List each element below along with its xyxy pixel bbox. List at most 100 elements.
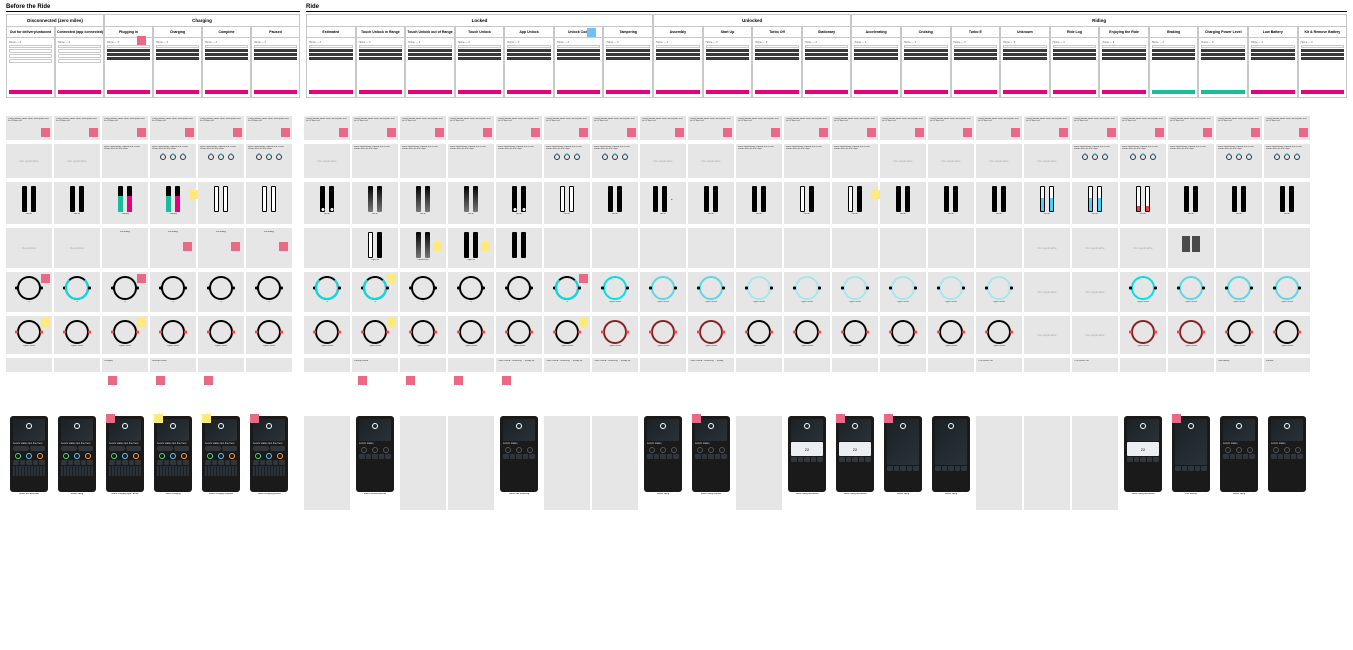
state-cell — [640, 358, 686, 372]
section-before-title: Before the Ride — [6, 4, 300, 12]
phone-mock: Lorem status Status riding variants — [692, 416, 730, 495]
state-cell: Lights on/off — [832, 316, 878, 354]
state-cell: Minor explanatory caption line of text s… — [102, 144, 148, 178]
state-cell: All off — [832, 182, 878, 224]
state-cell: Lights on/off — [198, 316, 244, 354]
state-cell: All off — [1216, 182, 1262, 224]
wireframe-card: Home — 3 — [752, 38, 802, 98]
state-cell: Lights on/off — [736, 316, 782, 354]
state-cell: Lights on/off — [1264, 272, 1310, 312]
wireframe-card: Home — 3 — [703, 38, 753, 98]
state-cell: Minor explanatory caption line of text s… — [736, 144, 782, 178]
state-cell: Lorem details about state, description t… — [496, 116, 542, 140]
wireframe-card: Home — 3 — [504, 38, 554, 98]
state-cell: Lorem details about state, description t… — [544, 116, 590, 140]
phone-cell: Lorem status text line here Status disco… — [6, 416, 52, 510]
state-label: Out for delivery/unboxed — [6, 26, 55, 38]
state-cell: Lights on/off — [496, 316, 542, 354]
state-cell — [496, 376, 542, 390]
state-cell: Lights on/off — [640, 316, 686, 354]
state-cell: Minor explanatory caption line of text s… — [544, 144, 590, 178]
state-cell: Light off — [448, 228, 494, 268]
state-cell: Lorem details about state, description t… — [928, 116, 974, 140]
phone-mock: Lorem status text line here Status charg… — [106, 416, 144, 495]
state-cell: Lorem details about state, description t… — [448, 116, 494, 140]
wireframe-card: Home — 3 — [1099, 38, 1149, 98]
phone-cell: Lorem status text line here Status charg… — [246, 416, 292, 510]
wireframe-card: Home — 3 — [1298, 38, 1348, 98]
state-cell: Lights on/off — [1216, 316, 1262, 354]
state-cell: Lorem details about state, description t… — [784, 116, 830, 140]
state-cell — [1168, 228, 1214, 268]
group-locked: Locked — [306, 14, 653, 26]
state-cell: ▸All off — [640, 182, 686, 224]
state-cell: Lorem details about state, description t… — [6, 116, 52, 140]
state-cell: Lorem details about state, description t… — [198, 116, 244, 140]
state-cell — [150, 376, 196, 390]
section-ride-title: Ride — [306, 4, 1347, 12]
state-cell: Off — [54, 272, 100, 312]
state-cell: All off — [304, 182, 350, 224]
wireframe-card: Home — 3 — [802, 38, 852, 98]
state-cell: Off — [448, 272, 494, 312]
state-cell: Lorem details about state, description t… — [352, 116, 398, 140]
state-cell: Lights on/off — [1264, 316, 1310, 354]
state-label: Touch Unlock out of Range — [405, 26, 455, 38]
state-cell — [352, 376, 398, 390]
wireframe-card: Home — 3 — [104, 38, 153, 98]
state-cell: Lights on/off — [976, 316, 1022, 354]
wireframe-card: Home — 3 — [1000, 38, 1050, 98]
state-cell: Off — [150, 272, 196, 312]
phone-cell: Lorem status — [1264, 416, 1310, 510]
phone-cell: 22 Status riding dashboard — [784, 416, 830, 510]
state-cell: Recording — [246, 228, 292, 268]
phone-cell — [1024, 416, 1070, 510]
state-cell: All off — [544, 182, 590, 224]
state-cell: Not applicable — [928, 144, 974, 178]
state-cell: All off — [976, 182, 1022, 224]
state-cell: All off — [784, 182, 830, 224]
phone-mock: 22 Status riding dashboard — [836, 416, 874, 495]
state-label: Braking — [1149, 26, 1199, 38]
state-cell — [304, 228, 350, 268]
state-cell — [400, 376, 446, 390]
state-cell: Lorem details about state, description t… — [736, 116, 782, 140]
state-cell: Not applicable — [640, 144, 686, 178]
phone-cell: Status riding — [928, 416, 974, 510]
state-cell: Lights on/off — [832, 272, 878, 312]
group-unlocked: Unlocked — [653, 14, 851, 26]
wireframe-card: Home — 3 — [603, 38, 653, 98]
state-cell: Lights on/off — [544, 316, 590, 354]
state-cell: Not applicable — [1072, 228, 1118, 268]
state-label: Turbo E — [951, 26, 1001, 38]
state-cell: Idle off — [54, 182, 100, 224]
wireframe-card: Home — 3 — [356, 38, 406, 98]
state-cell: Lights on/off — [6, 316, 52, 354]
state-cell: Lorem details about state, description t… — [400, 116, 446, 140]
phone-mock: Lorem status text line here Status disco… — [10, 416, 48, 495]
phone-cell — [976, 416, 1022, 510]
state-cell — [976, 228, 1022, 268]
state-cell: Dimmed on — [400, 228, 446, 268]
state-cell: Lights on/off — [400, 316, 446, 354]
state-cell: Lorem details about state, description t… — [592, 116, 638, 140]
phone-cell: Lorem status Status riding — [640, 416, 686, 510]
state-cell: Lorem details about state, description t… — [832, 116, 878, 140]
state-cell: Charging — [102, 358, 148, 372]
state-label: Assembly — [653, 26, 703, 38]
state-cell: Lorem details about state, description t… — [976, 116, 1022, 140]
phone-cell — [592, 416, 638, 510]
state-cell: Lights on/off — [880, 316, 926, 354]
state-cell — [102, 376, 148, 390]
state-cell: Lorem details about state, description t… — [688, 116, 734, 140]
state-cell: Minor explanatory caption line of text s… — [246, 144, 292, 178]
state-cell — [198, 358, 244, 372]
phone-cell: Lorem status text line here Status charg… — [150, 416, 196, 510]
wireframe-card: Home — 3 — [455, 38, 505, 98]
state-cell: Lorem details about state, description t… — [1120, 116, 1166, 140]
phone-cell — [1072, 416, 1118, 510]
state-cell — [448, 358, 494, 372]
state-cell: Timer sound / Unlocking → Ready for — [592, 358, 638, 372]
state-cell — [1168, 358, 1214, 372]
state-cell: Not applicable — [54, 144, 100, 178]
